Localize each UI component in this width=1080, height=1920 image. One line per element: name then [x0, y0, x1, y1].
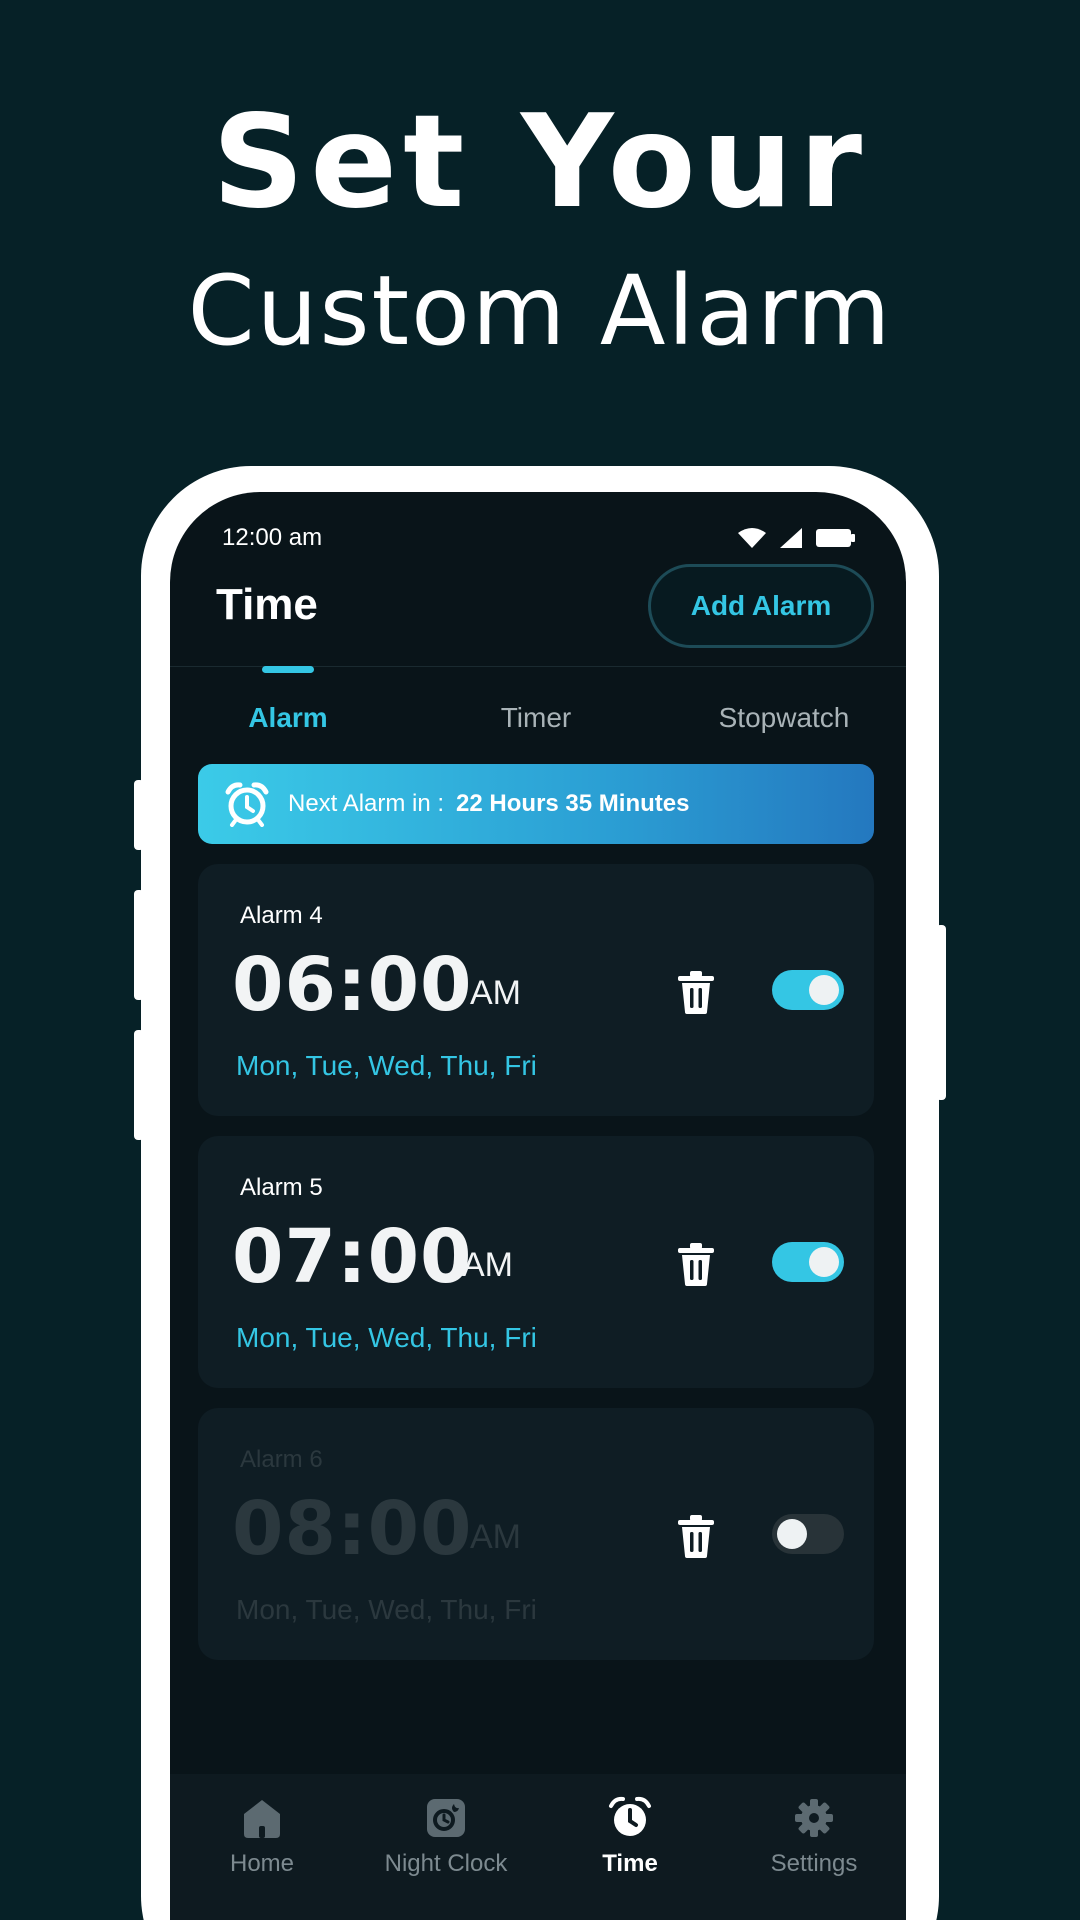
alarm-clock-icon	[225, 782, 269, 827]
phone-side-button	[134, 890, 144, 1000]
night-clock-icon	[427, 1799, 465, 1837]
phone-side-button	[134, 780, 144, 850]
toggle-knob	[809, 1247, 839, 1277]
hero-title-line-1: Set Your	[212, 88, 868, 237]
nav-item-time[interactable]: Time	[538, 1796, 722, 1878]
nav-item-night-clock[interactable]: Night Clock	[354, 1796, 538, 1878]
tab-indicator	[262, 666, 314, 673]
battery-icon	[816, 529, 855, 547]
alarm-time: 06:00	[232, 942, 473, 1028]
alarm-ampm: AM	[470, 974, 521, 1012]
next-alarm-value: 22 Hours 35 Minutes	[456, 790, 690, 817]
wifi-icon	[738, 528, 766, 548]
alarm-name: Alarm 4	[240, 902, 323, 929]
alarm-clock-icon	[609, 1796, 651, 1836]
alarm-name: Alarm 5	[240, 1174, 323, 1201]
alarm-days: Mon, Tue, Wed, Thu, Fri	[236, 1594, 537, 1625]
alarm-days: Mon, Tue, Wed, Thu, Fri	[236, 1050, 537, 1081]
tab-stopwatch[interactable]: Stopwatch	[684, 702, 884, 734]
alarm-ampm: AM	[470, 1518, 521, 1556]
alarm-card[interactable]: Alarm 4 06:00 AM Mon, Tue, Wed, Thu, Fri	[198, 864, 874, 1116]
trash-icon[interactable]	[676, 970, 716, 1014]
home-icon	[244, 1800, 280, 1838]
nav-label: Settings	[770, 1850, 858, 1877]
hero-title-line-2: Custom Alarm	[187, 255, 893, 367]
next-alarm-banner: Next Alarm in : 22 Hours 35 Minutes	[198, 764, 874, 844]
nav-label: Home	[229, 1850, 295, 1877]
phone-side-button	[134, 1030, 144, 1140]
bottom-nav: Home Night Clock Time Settings	[170, 1774, 906, 1920]
phone-power-button	[936, 925, 946, 1100]
signal-icon	[780, 528, 802, 548]
alarm-toggle[interactable]	[772, 970, 844, 1010]
trash-icon[interactable]	[676, 1242, 716, 1286]
page-title: Time	[216, 580, 318, 629]
gear-icon	[795, 1799, 833, 1837]
phone-screen: 12:00 am Time Add Alarm Alarm Timer Stop…	[170, 492, 906, 1920]
alarm-days: Mon, Tue, Wed, Thu, Fri	[236, 1322, 537, 1353]
nav-item-settings[interactable]: Settings	[722, 1796, 906, 1878]
alarm-toggle[interactable]	[772, 1514, 844, 1554]
status-icons	[738, 528, 856, 548]
add-alarm-button[interactable]: Add Alarm	[648, 564, 874, 648]
toggle-knob	[777, 1519, 807, 1549]
alarm-name: Alarm 6	[240, 1446, 323, 1473]
alarm-card[interactable]: Alarm 5 07:00 AM Mon, Tue, Wed, Thu, Fri	[198, 1136, 874, 1388]
status-time: 12:00 am	[222, 524, 323, 551]
tab-timer[interactable]: Timer	[436, 702, 636, 734]
toggle-knob	[809, 975, 839, 1005]
alarm-time: 07:00	[232, 1214, 473, 1300]
alarm-card[interactable]: Alarm 6 08:00 AM Mon, Tue, Wed, Thu, Fri	[198, 1408, 874, 1660]
nav-label: Night Clock	[384, 1850, 508, 1877]
tab-alarm[interactable]: Alarm	[188, 702, 388, 734]
alarm-time: 08:00	[232, 1486, 473, 1572]
nav-item-home[interactable]: Home	[170, 1796, 354, 1878]
trash-icon[interactable]	[676, 1514, 716, 1558]
nav-label: Time	[602, 1850, 658, 1877]
alarm-toggle[interactable]	[772, 1242, 844, 1282]
alarm-ampm: AM	[462, 1246, 513, 1284]
next-alarm-label: Next Alarm in :	[288, 790, 445, 817]
